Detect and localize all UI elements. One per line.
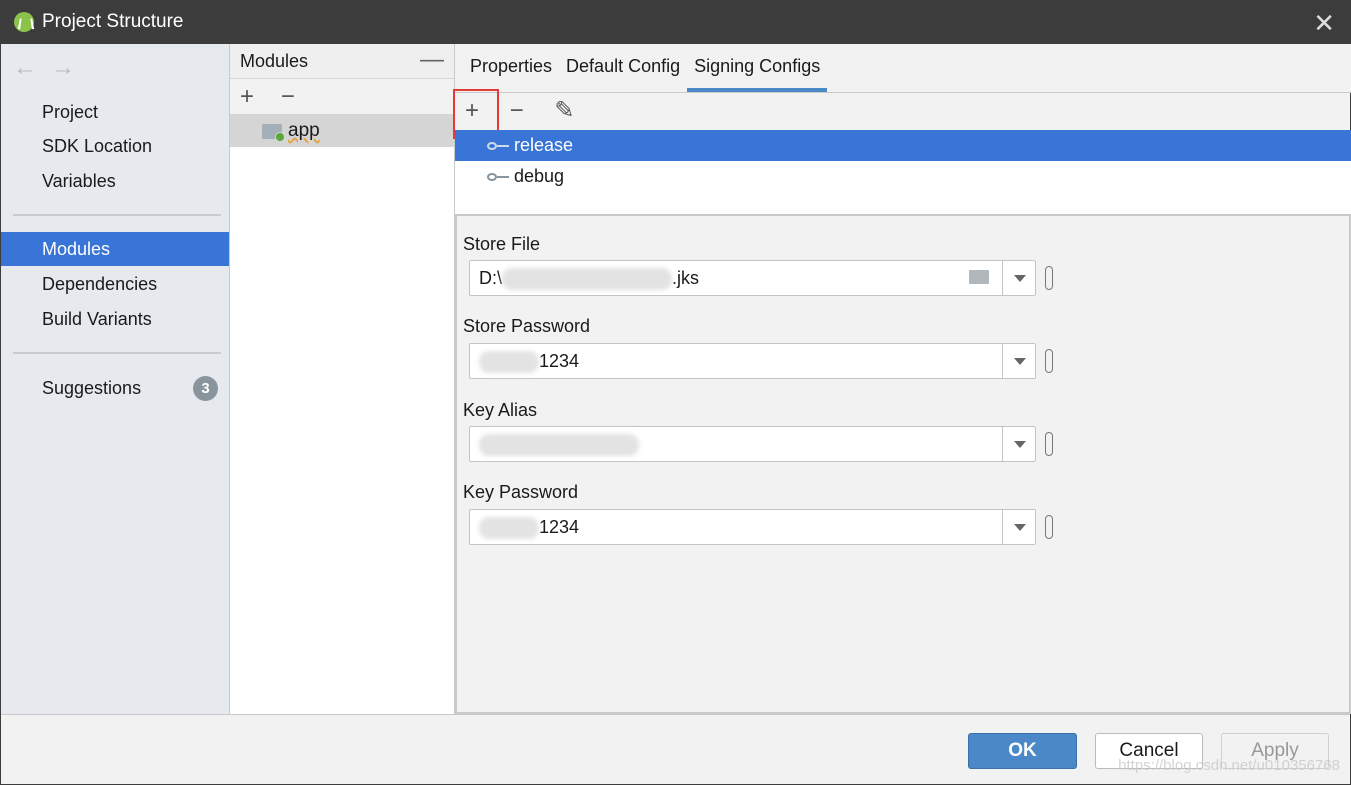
dropdown-arrow-icon[interactable] <box>1002 510 1035 544</box>
redacted <box>479 517 539 540</box>
key-icon <box>487 142 509 150</box>
config-label: release <box>514 135 574 155</box>
sidebar-item-dependencies[interactable]: Dependencies <box>1 267 229 301</box>
module-label: app <box>288 120 320 141</box>
signing-config-list: release debug <box>455 130 1351 216</box>
key-password-suffix: 1234 <box>539 517 580 537</box>
sidebar: ←→ Project SDK Location Variables Module… <box>1 44 230 714</box>
store-file-suffix: .jks <box>672 268 700 288</box>
sidebar-item-project[interactable]: Project <box>1 95 229 129</box>
add-module-button[interactable]: + <box>240 83 254 110</box>
signing-form: Store File D:\ .jks Store Password 1234 K… <box>455 216 1351 714</box>
android-studio-logo-icon <box>14 12 34 32</box>
config-label: debug <box>514 166 565 186</box>
main-panel: Properties Default Config Signing Config… <box>453 44 1351 714</box>
remove-module-button[interactable]: − <box>281 83 295 110</box>
sidebar-item-suggestions[interactable]: Suggestions 3 <box>1 371 229 405</box>
store-file-prefix: D:\ <box>479 268 503 288</box>
tab-properties[interactable]: Properties <box>463 44 559 92</box>
module-item-app[interactable]: app <box>230 114 454 147</box>
sidebar-item-sdk-location[interactable]: SDK Location <box>1 129 229 163</box>
key-icon <box>487 173 509 181</box>
dropdown-arrow-icon[interactable] <box>1002 427 1035 461</box>
dropdown-arrow-icon[interactable] <box>1002 261 1035 295</box>
paperclip-icon[interactable] <box>1045 432 1053 456</box>
ok-button[interactable]: OK <box>968 733 1077 769</box>
sidebar-item-variables[interactable]: Variables <box>1 164 229 198</box>
store-password-suffix: 1234 <box>539 351 580 371</box>
tab-default-config[interactable]: Default Config <box>559 44 687 92</box>
key-alias-field[interactable] <box>469 426 1036 462</box>
edit-config-button[interactable]: ✎ <box>554 94 592 125</box>
module-folder-icon <box>262 124 285 142</box>
store-file-field[interactable]: D:\ .jks <box>469 260 1036 296</box>
paperclip-icon[interactable] <box>1045 266 1053 290</box>
paperclip-icon[interactable] <box>1045 349 1053 373</box>
watermark: https://blog.csdn.net/u010356768 <box>1118 757 1340 774</box>
tab-signing-configs[interactable]: Signing Configs <box>687 44 828 92</box>
folder-open-icon[interactable] <box>969 270 989 284</box>
nav-arrows: ←→ <box>13 54 89 82</box>
redacted <box>479 434 639 457</box>
dropdown-arrow-icon[interactable] <box>1002 344 1035 378</box>
add-config-button[interactable]: + <box>453 89 503 139</box>
store-file-label: Store File <box>463 234 541 254</box>
title-bar: Project Structure ✕ <box>0 0 1351 44</box>
suggestions-count-badge: 3 <box>193 376 218 401</box>
modules-header: Modules — <box>230 44 454 79</box>
modules-toolbar: + − <box>230 79 454 114</box>
sidebar-item-modules[interactable]: Modules <box>1 232 229 266</box>
store-password-field[interactable]: 1234 <box>469 343 1036 379</box>
sidebar-item-label: Suggestions <box>42 378 142 398</box>
sidebar-item-build-variants[interactable]: Build Variants <box>1 302 229 336</box>
forward-arrow-icon[interactable]: → <box>51 54 89 81</box>
key-password-label: Key Password <box>463 482 579 502</box>
close-icon[interactable]: ✕ <box>1313 8 1335 39</box>
dialog-footer: OK Cancel Apply https://blog.csdn.net/u0… <box>1 714 1350 784</box>
remove-config-button[interactable]: − <box>510 95 548 125</box>
config-item-release[interactable]: release <box>455 130 1351 161</box>
store-password-label: Store Password <box>463 316 591 336</box>
window-title: Project Structure <box>42 11 184 32</box>
key-password-field[interactable]: 1234 <box>469 509 1036 545</box>
tab-bar: Properties Default Config Signing Config… <box>455 44 1351 93</box>
redacted <box>479 351 539 374</box>
key-alias-label: Key Alias <box>463 400 538 420</box>
modules-panel: Modules — + − app <box>230 44 455 714</box>
paperclip-icon[interactable] <box>1045 515 1053 539</box>
divider <box>13 214 221 216</box>
collapse-icon[interactable]: — <box>420 46 444 74</box>
divider <box>13 352 221 354</box>
redacted <box>502 268 673 291</box>
signing-toolbar: + − ✎ <box>453 89 1351 139</box>
back-arrow-icon[interactable]: ← <box>13 54 51 81</box>
config-item-debug[interactable]: debug <box>455 161 1351 192</box>
modules-title: Modules <box>240 51 309 71</box>
